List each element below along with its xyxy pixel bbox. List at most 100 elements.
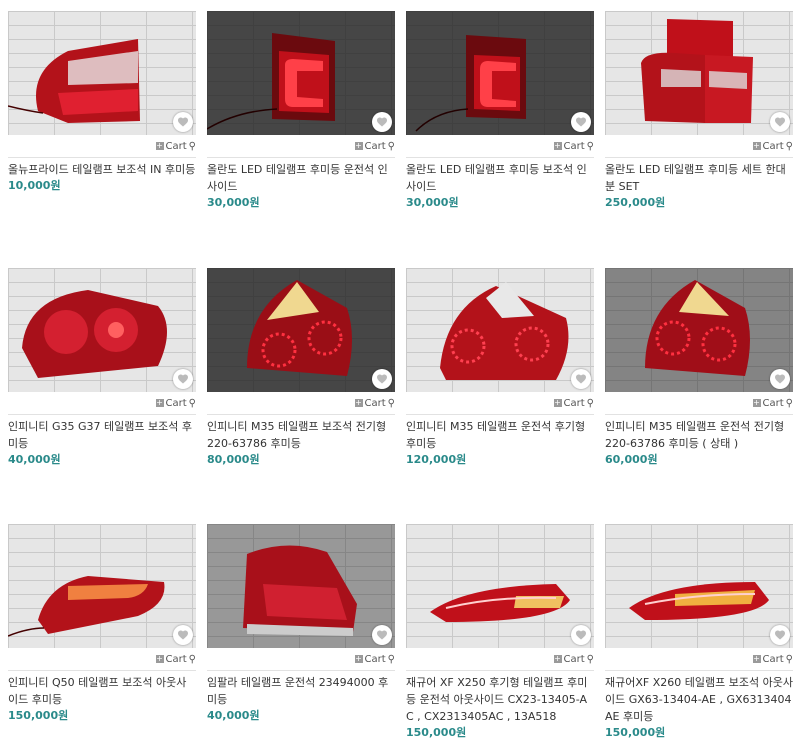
plus-icon: + [155,398,164,407]
cart-label: Cart [165,140,187,152]
product-card[interactable]: + Cart ⚲ 인피니티 M35 테일램프 보조석 전기형 220-63786 후… [207,268,395,468]
product-image[interactable] [8,268,196,392]
magnifier-icon: ⚲ [586,653,594,665]
product-card[interactable]: + Cart ⚲ 재규어 XF X250 후기형 테일램프 후미등 운전석 아웃사이… [406,524,594,741]
add-to-cart-button[interactable]: + Cart ⚲ [354,653,395,665]
product-card[interactable]: + Cart ⚲ 올뉴프라이드 테일램프 보조석 IN 후미등 10,000원 [8,11,196,194]
cart-label: Cart [563,397,585,409]
product-title[interactable]: 인피니티 M35 테일램프 보조석 전기형 220-63786 후미등 [207,418,395,452]
product-price: 40,000원 [8,453,61,466]
plus-icon: + [354,141,363,150]
product-title[interactable]: 인피니티 Q50 테일램프 보조석 아웃사이드 후미등 [8,674,196,708]
wishlist-heart-icon[interactable] [571,625,591,645]
cart-label: Cart [762,397,784,409]
cart-label: Cart [165,653,187,665]
magnifier-icon: ⚲ [387,397,395,409]
tail-lamp-image [22,290,167,378]
cart-label: Cart [364,140,386,152]
product-card[interactable]: + Cart ⚲ 올란도 LED 테일램프 후미등 세트 한대분 SET 250,0… [605,11,793,211]
add-to-cart-button[interactable]: + Cart ⚲ [553,140,594,152]
cart-label: Cart [563,140,585,152]
cart-label: Cart [762,653,784,665]
add-to-cart-button[interactable]: + Cart ⚲ [752,653,793,665]
product-card[interactable]: + Cart ⚲ 인피니티 G35 G37 테일램프 보조석 후미등 40,000원 [8,268,196,468]
tail-lamp-image [641,19,753,123]
magnifier-icon: ⚲ [387,653,395,665]
product-title[interactable]: 올란도 LED 테일램프 후미등 보조석 인사이드 [406,161,594,195]
cart-label: Cart [165,397,187,409]
wishlist-heart-icon[interactable] [770,625,790,645]
wishlist-heart-icon[interactable] [770,369,790,389]
product-price: 120,000원 [406,453,467,466]
product-image[interactable] [605,11,793,135]
magnifier-icon: ⚲ [586,397,594,409]
product-title[interactable]: 인피니티 G35 G37 테일램프 보조석 후미등 [8,418,196,452]
add-to-cart-button[interactable]: + Cart ⚲ [155,653,196,665]
plus-icon: + [354,398,363,407]
plus-icon: + [354,654,363,663]
wishlist-heart-icon[interactable] [571,112,591,132]
product-image[interactable] [406,524,594,648]
tail-lamp-image [440,282,569,380]
wishlist-heart-icon[interactable] [372,625,392,645]
product-image[interactable] [406,268,594,392]
product-image[interactable] [605,524,793,648]
cart-label: Cart [364,653,386,665]
tail-lamp-image [645,280,750,376]
wishlist-heart-icon[interactable] [372,112,392,132]
product-title[interactable]: 올란도 LED 테일램프 후미등 운전석 인사이드 [207,161,395,195]
magnifier-icon: ⚲ [188,140,196,152]
product-image[interactable] [406,11,594,135]
product-card[interactable]: + Cart ⚲ 인피니티 M35 테일램프 운전석 후기형 후미등 120,000… [406,268,594,468]
plus-icon: + [752,654,761,663]
add-to-cart-button[interactable]: + Cart ⚲ [155,140,196,152]
tail-lamp-image [8,39,140,123]
tail-lamp-image [415,35,526,132]
product-image[interactable] [207,11,395,135]
product-title[interactable]: 올뉴프라이드 테일램프 보조석 IN 후미등 [8,161,196,178]
product-title[interactable]: 재규어XF X260 테일램프 보조석 아웃사이드 GX63-13404-AE … [605,674,793,725]
tail-lamp-image [8,576,165,637]
product-card[interactable]: + Cart ⚲ 재규어XF X260 테일램프 보조석 아웃사이드 GX63-13… [605,524,793,741]
add-to-cart-button[interactable]: + Cart ⚲ [553,653,594,665]
add-to-cart-button[interactable]: + Cart ⚲ [354,397,395,409]
product-title[interactable]: 올란도 LED 테일램프 후미등 세트 한대분 SET [605,161,793,195]
wishlist-heart-icon[interactable] [173,112,193,132]
add-to-cart-button[interactable]: + Cart ⚲ [752,141,793,152]
product-title[interactable]: 임팔라 테일램프 운전석 23494000 후미등 [207,674,395,708]
add-to-cart-button[interactable]: + Cart ⚲ [354,140,395,152]
product-image[interactable] [207,268,395,392]
product-image[interactable] [207,524,395,648]
wishlist-heart-icon[interactable] [770,112,790,132]
magnifier-icon: ⚲ [387,140,395,152]
wishlist-heart-icon[interactable] [372,369,392,389]
add-to-cart-button[interactable]: + Cart ⚲ [553,397,594,409]
product-price: 150,000원 [605,726,666,739]
product-title[interactable]: 재규어 XF X250 후기형 테일램프 후미등 운전석 아웃사이드 CX23-… [406,674,594,725]
product-card[interactable]: + Cart ⚲ 올란도 LED 테일램프 후미등 보조석 인사이드 30,000원 [406,11,594,211]
plus-icon: + [752,141,761,150]
magnifier-icon: ⚲ [785,653,793,665]
product-card[interactable]: + Cart ⚲ 인피니티 M35 테일램프 운전석 전기형 220-63786 후… [605,268,793,468]
add-to-cart-button[interactable]: + Cart ⚲ [155,397,196,409]
plus-icon: + [155,654,164,663]
product-price: 60,000원 [605,453,658,466]
wishlist-heart-icon[interactable] [571,369,591,389]
tail-lamp-image [430,584,570,622]
product-image[interactable] [8,11,196,135]
magnifier-icon: ⚲ [188,397,196,409]
wishlist-heart-icon[interactable] [173,369,193,389]
product-title[interactable]: 인피니티 M35 테일램프 운전석 전기형 220-63786 후미등 ( 상태… [605,418,793,452]
product-card[interactable]: + Cart ⚲ 올란도 LED 테일램프 후미등 운전석 인사이드 30,000원 [207,11,395,211]
add-to-cart-button[interactable]: + Cart ⚲ [752,397,793,409]
product-image[interactable] [8,524,196,648]
product-card[interactable]: + Cart ⚲ 임팔라 테일램프 운전석 23494000 후미등 40,000원 [207,524,395,724]
product-title[interactable]: 인피니티 M35 테일램프 운전석 후기형 후미등 [406,418,594,452]
product-price: 30,000원 [406,196,459,209]
product-price: 10,000원 [8,179,61,192]
product-price: 80,000원 [207,453,260,466]
magnifier-icon: ⚲ [188,653,196,665]
product-card[interactable]: + Cart ⚲ 인피니티 Q50 테일램프 보조석 아웃사이드 후미등 150,0… [8,524,196,724]
product-image[interactable] [605,268,793,392]
wishlist-heart-icon[interactable] [173,625,193,645]
